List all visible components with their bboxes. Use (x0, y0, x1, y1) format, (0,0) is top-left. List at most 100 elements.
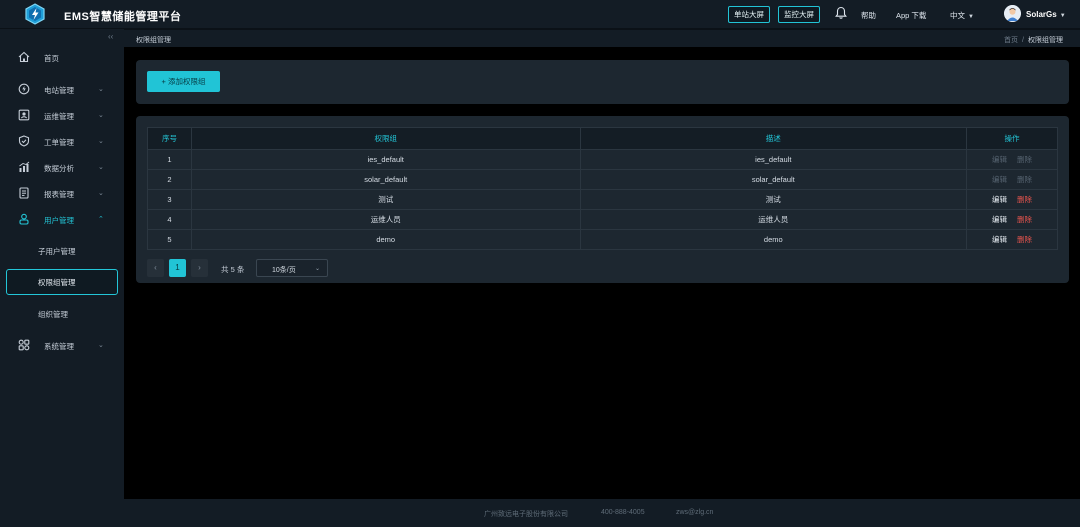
caret-down-icon: ▼ (1059, 13, 1066, 19)
user-icon (19, 213, 29, 225)
station-screen-button[interactable]: 单站大屏 (728, 6, 770, 23)
cell-actions: 编辑 删除 (966, 149, 1058, 170)
cell-index: 3 (147, 189, 192, 210)
caret-down-icon: ▼ (968, 14, 974, 20)
cell-index: 5 (147, 229, 192, 250)
table-card: 序号 权限组 描述 操作 1 ies_default ies_default 编… (136, 116, 1069, 283)
sidebar-item-report[interactable]: 报表管理 ⌄ (0, 181, 124, 207)
column-header-index: 序号 (147, 127, 192, 150)
sidebar-subitem-label: 组织管理 (38, 310, 68, 319)
shield-icon (18, 135, 30, 147)
sidebar-item-home[interactable]: 首页 (0, 45, 124, 71)
edit-button[interactable]: 编辑 (992, 235, 1007, 244)
user-name: SolarGs (1026, 10, 1057, 19)
column-header-description: 描述 (579, 127, 968, 150)
chevron-down-icon: ⌄ (98, 86, 104, 93)
sidebar-item-station[interactable]: 电站管理 ⌄ (0, 77, 124, 103)
delete-button-disabled: 删除 (1017, 175, 1033, 184)
monitor-screen-button[interactable]: 监控大屏 (778, 6, 820, 23)
breadcrumb-separator: / (1022, 37, 1024, 44)
sidebar: ‹‹ 首页 电站管理 ⌄ 运维管理 ⌄ 工单管理 ⌄ 数据分析 ⌄ 报表管理 ⌄… (0, 29, 124, 527)
chevron-down-icon: ⌄ (98, 190, 104, 197)
cell-actions: 编辑 删除 (966, 189, 1058, 210)
next-page-button[interactable]: › (191, 259, 208, 277)
sidebar-subitem-subusers[interactable]: 子用户管理 (0, 238, 124, 264)
breadcrumb-trail: 首页 / 权限组管理 (1004, 35, 1063, 45)
edit-button-disabled: 编辑 (992, 155, 1008, 164)
bell-icon[interactable] (835, 6, 847, 20)
cell-index: 4 (147, 209, 192, 230)
sidebar-item-label: 工单管理 (44, 138, 74, 147)
delete-button[interactable]: 删除 (1017, 235, 1032, 244)
chevron-down-icon: ⌄ (98, 342, 104, 349)
sidebar-item-system[interactable]: 系统管理 ⌄ (0, 333, 124, 359)
breadcrumb: 权限组管理 首页 / 权限组管理 (124, 29, 1080, 47)
cell-actions: 编辑 删除 (966, 169, 1058, 190)
page-number-button[interactable]: 1 (169, 259, 186, 277)
sidebar-item-label: 运维管理 (44, 112, 74, 121)
prev-page-button[interactable]: ‹ (147, 259, 164, 277)
pagination: ‹ 1 › 共 5 条 10条/页 ⌄ (147, 259, 547, 277)
collapse-sidebar-icon[interactable]: ‹‹ (108, 32, 113, 41)
person-icon (1004, 5, 1021, 22)
avatar[interactable] (1004, 5, 1021, 22)
cell-description: ies_default (579, 149, 968, 170)
home-icon (18, 51, 30, 63)
cell-group: 运维人员 (190, 209, 581, 230)
footer: 广州致远电子股份有限公司 400-888-4005 zws@zlg.cn (124, 499, 1080, 527)
apps-icon (18, 339, 30, 351)
cell-index: 2 (147, 169, 192, 190)
table-row: 5 demo demo 编辑 删除 (147, 229, 1058, 250)
cell-index: 1 (147, 149, 192, 170)
sidebar-subitem-permission-groups[interactable]: 权限组管理 (0, 269, 124, 295)
permission-group-table: 序号 权限组 描述 操作 1 ies_default ies_default 编… (147, 127, 1058, 250)
sidebar-subitem-label: 子用户管理 (38, 247, 76, 256)
sidebar-item-users[interactable]: 用户管理 ⌃ (0, 207, 124, 233)
total-count: 共 5 条 (221, 265, 245, 274)
sidebar-item-label: 数据分析 (44, 164, 74, 173)
chevron-down-icon: ⌄ (315, 266, 321, 272)
toolbar-card: + 添加权限组 (136, 60, 1069, 104)
cell-description: 运维人员 (579, 209, 968, 230)
footer-email[interactable]: zws@zlg.cn (676, 509, 713, 516)
delete-button[interactable]: 删除 (1017, 215, 1032, 224)
table-row: 3 测试 测试 编辑 删除 (147, 189, 1058, 210)
sidebar-item-label: 系统管理 (44, 342, 74, 351)
sidebar-item-workorder[interactable]: 工单管理 ⌄ (0, 129, 124, 155)
column-header-group: 权限组 (190, 127, 581, 150)
sidebar-item-maintenance[interactable]: 运维管理 ⌄ (0, 103, 124, 129)
sidebar-item-label: 电站管理 (44, 86, 74, 95)
station-icon (18, 83, 30, 95)
sidebar-item-label: 报表管理 (44, 190, 74, 199)
footer-company: 广州致远电子股份有限公司 (484, 511, 568, 518)
language-select[interactable]: 中文 ▼ (950, 10, 974, 21)
chevron-up-icon: ⌃ (98, 216, 104, 223)
language-label: 中文 (950, 11, 965, 20)
page-size-value: 10条/页 (272, 267, 296, 274)
cell-description: 测试 (579, 189, 968, 210)
cell-group: 测试 (190, 189, 581, 210)
user-menu[interactable]: SolarGs ▼ (1026, 10, 1066, 19)
cell-actions: 编辑 删除 (966, 229, 1058, 250)
breadcrumb-current: 权限组管理 (1028, 37, 1063, 44)
cell-description: demo (579, 229, 968, 250)
page-size-select[interactable]: 10条/页 ⌄ (256, 259, 328, 277)
table-row: 1 ies_default ies_default 编辑 删除 (147, 149, 1058, 170)
sidebar-subitem-organization[interactable]: 组织管理 (0, 301, 124, 327)
chevron-down-icon: ⌄ (98, 164, 104, 171)
table-header-row: 序号 权限组 描述 操作 (147, 127, 1058, 150)
report-icon (19, 187, 29, 199)
help-link[interactable]: 帮助 (861, 10, 876, 21)
app-download-link[interactable]: App 下载 (896, 10, 926, 21)
edit-button[interactable]: 编辑 (992, 195, 1007, 204)
chevron-down-icon: ⌄ (98, 112, 104, 119)
delete-button[interactable]: 删除 (1017, 195, 1032, 204)
add-permission-group-button[interactable]: + 添加权限组 (147, 71, 220, 92)
breadcrumb-home-link[interactable]: 首页 (1004, 37, 1018, 44)
edit-button-disabled: 编辑 (992, 175, 1008, 184)
cell-actions: 编辑 删除 (966, 209, 1058, 230)
bolt-hexagon-icon[interactable] (24, 3, 46, 25)
app-title: EMS智慧储能管理平台 (64, 11, 182, 23)
edit-button[interactable]: 编辑 (992, 215, 1007, 224)
sidebar-item-analysis[interactable]: 数据分析 ⌄ (0, 155, 124, 181)
